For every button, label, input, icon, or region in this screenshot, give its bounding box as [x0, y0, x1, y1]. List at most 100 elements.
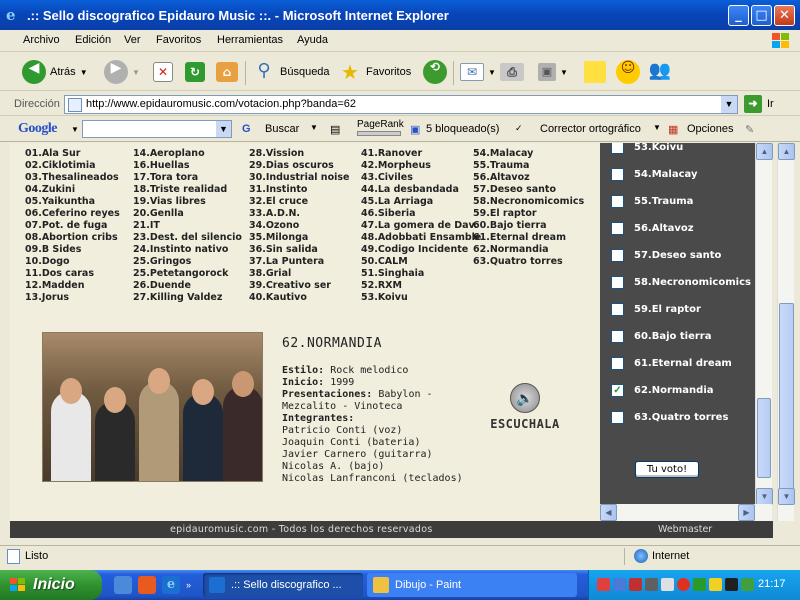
band-link[interactable]: 17.Tora tora — [133, 172, 251, 184]
band-link[interactable]: 38.Grial — [249, 268, 367, 280]
band-link[interactable]: 45.La Arriaga — [361, 196, 479, 208]
band-link[interactable]: 30.Industrial noise — [249, 172, 367, 184]
highlighter-icon[interactable]: ✎ — [745, 123, 754, 136]
google-logo[interactable]: Google — [18, 121, 58, 137]
band-link[interactable]: 57.Deseo santo — [473, 184, 591, 196]
band-link[interactable]: 06.Ceferino reyes — [25, 208, 143, 220]
google-search-dropdown-icon[interactable]: ▼ — [216, 121, 231, 137]
quicklaunch-ie-icon[interactable]: e — [162, 576, 180, 594]
band-link[interactable]: 24.Instinto nativo — [133, 244, 251, 256]
vote-option[interactable]: 54.Malacay — [611, 166, 697, 182]
vote-submit-button[interactable]: Tu voto! — [635, 461, 699, 478]
google-dropdown-icon[interactable]: ▼ — [71, 125, 79, 134]
go-button[interactable]: Ir — [767, 98, 774, 110]
spellcheck-button[interactable]: Corrector ortográfico — [540, 123, 641, 135]
band-link[interactable]: 49.Codigo Incidente — [361, 244, 479, 256]
band-link[interactable]: 37.La Puntera — [249, 256, 367, 268]
band-link[interactable]: 46.Siberia — [361, 208, 479, 220]
close-button[interactable]: ✕ — [774, 5, 795, 26]
menu-archivo[interactable]: Archivo — [23, 34, 60, 46]
vote-option[interactable]: 57.Deseo santo — [611, 247, 721, 263]
band-link[interactable]: 52.RXM — [361, 280, 479, 292]
band-link[interactable]: 53.Koivu — [361, 292, 479, 304]
band-link[interactable]: 13.Jorus — [25, 292, 143, 304]
band-link[interactable]: 25.Petetangorock — [133, 268, 251, 280]
tray-icon[interactable] — [661, 578, 674, 591]
band-link[interactable]: 18.Triste realidad — [133, 184, 251, 196]
vote-option[interactable]: 56.Altavoz — [611, 220, 694, 236]
vote-option[interactable]: 63.Quatro torres — [611, 409, 728, 425]
vote-checkbox[interactable] — [611, 275, 624, 289]
band-link[interactable]: 28.Vission — [249, 148, 367, 160]
start-button[interactable]: Inicio — [0, 570, 102, 600]
band-link[interactable]: 48.Adobbati Ensamble — [361, 232, 481, 244]
listen-button[interactable]: 🔈 ESCUCHALA — [480, 383, 570, 431]
google-search-button[interactable]: Buscar — [265, 123, 299, 135]
band-link[interactable]: 11.Dos caras — [25, 268, 143, 280]
band-link[interactable]: 05.Yaikuntha — [25, 196, 143, 208]
band-link[interactable]: 63.Quatro torres — [473, 256, 591, 268]
band-link[interactable]: 04.Zukini — [25, 184, 143, 196]
band-link[interactable]: 35.Milonga — [249, 232, 367, 244]
address-url[interactable]: http://www.epidauromusic.com/votacion.ph… — [86, 98, 356, 110]
band-link[interactable]: 62.Normandia — [473, 244, 591, 256]
band-link[interactable]: 42.Morpheus — [361, 160, 479, 172]
band-link[interactable]: 07.Pot. de fuga — [25, 220, 143, 232]
band-link[interactable]: 02.Ciklotimia — [25, 160, 143, 172]
band-link[interactable]: 12.Madden — [25, 280, 143, 292]
edit-button[interactable]: ▣ ▼ — [538, 59, 568, 85]
band-link[interactable]: 44.La desbandada — [361, 184, 479, 196]
band-link[interactable]: 01.Ala Sur — [25, 148, 143, 160]
tray-icon[interactable] — [677, 578, 690, 591]
minimize-button[interactable]: _ — [728, 5, 749, 26]
vote-checkbox[interactable] — [611, 329, 624, 343]
vote-checkbox[interactable]: ✓ — [611, 383, 624, 397]
forward-dropdown-icon[interactable]: ▼ — [132, 68, 140, 77]
band-link[interactable]: 51.Singhaia — [361, 268, 479, 280]
band-link[interactable]: 29.Dias oscuros — [249, 160, 367, 172]
band-link[interactable]: 08.Abortion cribs — [25, 232, 143, 244]
tray-icon[interactable] — [709, 578, 722, 591]
tray-icon[interactable] — [645, 578, 658, 591]
news-icon[interactable]: ▤ — [330, 123, 340, 136]
stop-button[interactable]: ✕ — [153, 59, 173, 85]
band-link[interactable]: 09.B Sides — [25, 244, 143, 256]
scroll-down-icon[interactable]: ▼ — [778, 488, 795, 505]
vote-option[interactable]: ✓ 62.Normandia — [611, 382, 714, 398]
scroll-up-icon[interactable]: ▲ — [778, 143, 795, 160]
vote-checkbox[interactable] — [611, 167, 624, 181]
band-link[interactable]: 40.Kautivo — [249, 292, 367, 304]
google-search-input[interactable]: ▼ — [82, 120, 232, 138]
address-dropdown-icon[interactable]: ▼ — [721, 96, 737, 113]
edit-dropdown-icon[interactable]: ▼ — [560, 68, 568, 77]
note-button[interactable] — [584, 59, 606, 85]
band-link[interactable]: 14.Aeroplano — [133, 148, 251, 160]
blocked-count[interactable]: 5 bloqueado(s) — [426, 123, 499, 135]
band-link[interactable]: 26.Duende — [133, 280, 251, 292]
quicklaunch-more-icon[interactable]: » — [186, 580, 191, 590]
vote-checkbox[interactable] — [611, 410, 624, 424]
quicklaunch-desktop-icon[interactable] — [114, 576, 132, 594]
go-arrow-icon[interactable]: ➜ — [744, 95, 762, 113]
forward-button[interactable]: ▶ ▼ — [104, 59, 140, 85]
band-link[interactable]: 56.Altavoz — [473, 172, 591, 184]
scroll-up-icon[interactable]: ▲ — [756, 143, 773, 160]
window-scrollbar[interactable]: ▲ ▼ — [777, 143, 795, 521]
vote-option[interactable]: 58.Necronomicomics — [611, 274, 751, 290]
band-link[interactable]: 19.Vias libres — [133, 196, 251, 208]
vote-panel-scrollbar[interactable]: ▲ ▼ — [755, 143, 773, 505]
task-paint[interactable]: Dibujo - Paint — [367, 573, 577, 597]
vote-option[interactable]: 61.Eternal dream — [611, 355, 732, 371]
band-link[interactable]: 47.La gomera de Dav. — [361, 220, 479, 232]
band-link[interactable]: 16.Huellas — [133, 160, 251, 172]
tray-icon[interactable] — [693, 578, 706, 591]
band-link[interactable]: 50.CALM — [361, 256, 479, 268]
band-link[interactable]: 34.Ozono — [249, 220, 367, 232]
vote-checkbox[interactable] — [611, 356, 624, 370]
mail-dropdown-icon[interactable]: ▼ — [488, 68, 496, 77]
menu-edicion[interactable]: Edición — [75, 34, 111, 46]
refresh-button[interactable]: ↻ — [185, 59, 205, 85]
menu-ayuda[interactable]: Ayuda — [297, 34, 328, 46]
spellcheck-dropdown-icon[interactable]: ▼ — [653, 123, 661, 132]
webmaster-link[interactable]: Webmaster — [658, 524, 712, 535]
